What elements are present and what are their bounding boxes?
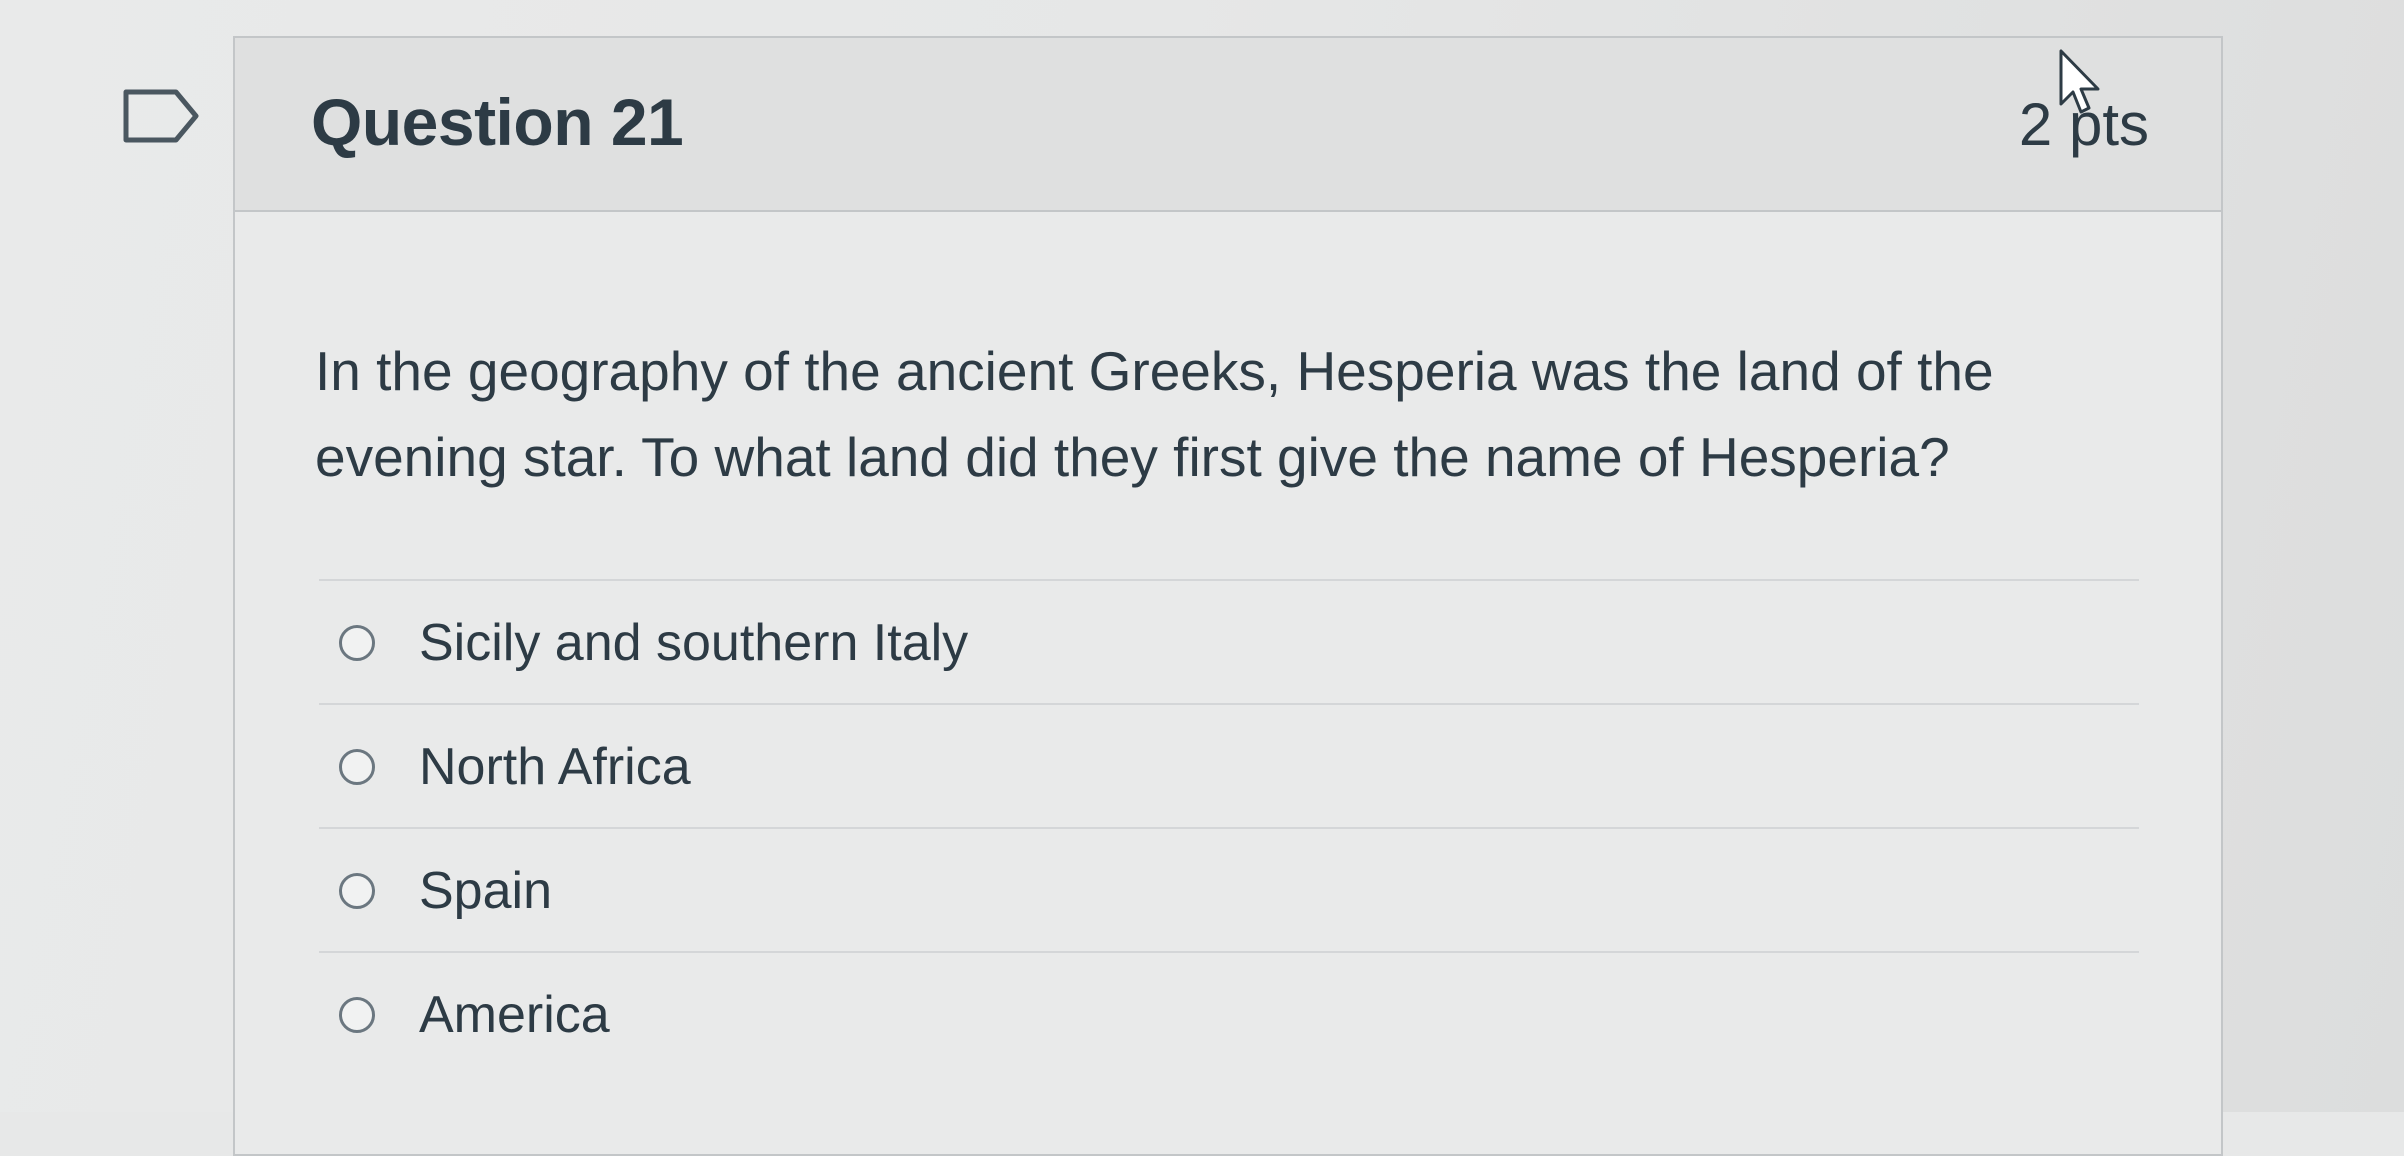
answer-option[interactable]: Sicily and southern Italy <box>319 581 2139 705</box>
answer-option[interactable]: Spain <box>319 829 2139 953</box>
radio-button[interactable] <box>339 997 375 1033</box>
answer-option[interactable]: America <box>319 953 2139 1075</box>
answer-label: Spain <box>419 862 552 920</box>
answer-label: Sicily and southern Italy <box>419 614 969 672</box>
radio-button[interactable] <box>339 625 375 661</box>
question-title: Question 21 <box>311 85 684 159</box>
question-card: Question 21 2 pts In the geography of th… <box>233 36 2223 1156</box>
answer-option[interactable]: North Africa <box>319 705 2139 829</box>
question-text: In the geography of the ancient Greeks, … <box>315 340 1994 488</box>
answer-label: America <box>419 986 610 1044</box>
question-header: Question 21 2 pts <box>235 38 2221 212</box>
answer-label: North Africa <box>419 738 691 796</box>
answer-list: Sicily and southern Italy North Africa S… <box>319 579 2139 1075</box>
question-points: 2 pts <box>2018 91 2149 158</box>
radio-button[interactable] <box>339 873 375 909</box>
flag-question-icon[interactable] <box>122 88 200 144</box>
radio-button[interactable] <box>339 749 375 785</box>
